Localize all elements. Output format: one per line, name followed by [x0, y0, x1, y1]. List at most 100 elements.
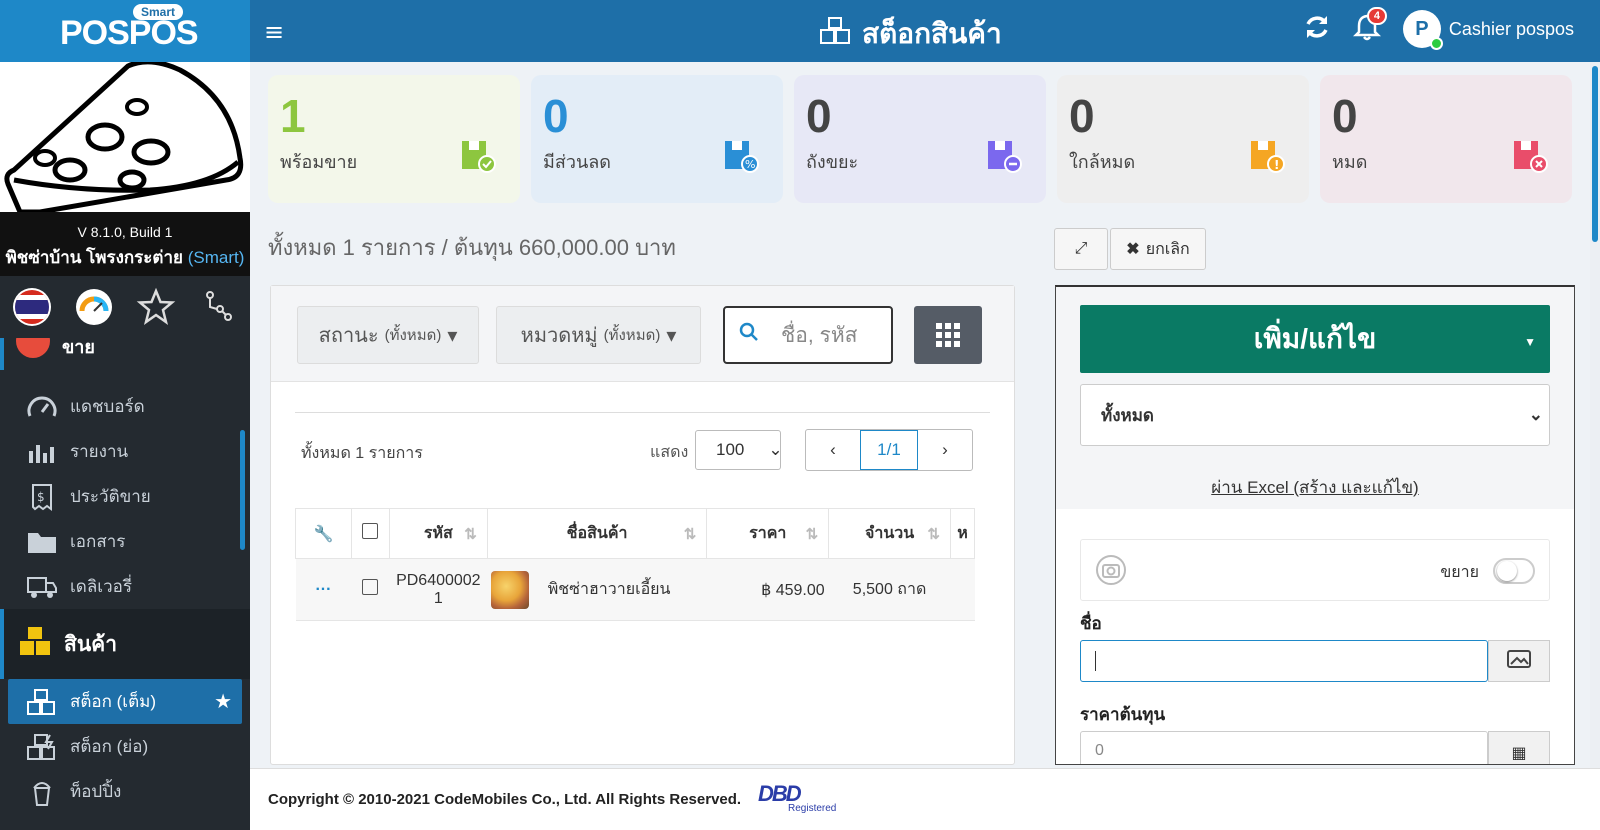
row-checkbox-cell[interactable]	[351, 558, 390, 621]
status-filter-dropdown[interactable]: สถานะ (ทั้งหมด) ▾	[297, 306, 479, 364]
sidebar-section-sales[interactable]: ขาย	[0, 338, 250, 370]
stat-low-stock[interactable]: 0 ใกล้หมด !	[1057, 75, 1309, 203]
dashboard-icon	[26, 393, 58, 421]
top-bar: ≡ สต็อกสินค้า 4 P Cashier pospos	[250, 0, 1600, 62]
cancel-button[interactable]: ✖ ยกเลิก	[1110, 228, 1206, 270]
column-name[interactable]: ชื่อสินค้า ⇅	[486, 508, 708, 559]
topping-icon	[26, 778, 58, 806]
expand-toggle-label: ขยาย	[1440, 564, 1479, 581]
notification-bell-icon[interactable]: 4	[1352, 7, 1388, 45]
page-title: สต็อกสินค้า	[818, 12, 1002, 56]
truck-icon	[26, 573, 58, 601]
expand-arrows-icon: ⤢	[1074, 240, 1088, 257]
name-label: ชื่อ	[1080, 614, 1102, 633]
speedometer-icon[interactable]	[74, 287, 114, 327]
caret-down-icon: ▾	[447, 324, 458, 347]
cost-price-field[interactable]: 0	[1080, 731, 1488, 764]
refresh-icon[interactable]	[1303, 13, 1331, 45]
calculator-icon: ▦	[1511, 742, 1527, 762]
search-input[interactable]: ชื่อ, รหัส	[723, 306, 893, 364]
per-page-select[interactable]: 100 ⌄	[695, 430, 783, 470]
add-edit-button[interactable]: เพิ่ม/แก้ไข ▼	[1080, 305, 1550, 373]
menu-hamburger-icon[interactable]: ≡	[264, 18, 284, 46]
sidebar-item-dashboard[interactable]: แดชบอร์ด	[0, 384, 250, 429]
settings-column[interactable]: 🔧	[295, 508, 352, 559]
column-more[interactable]: ห	[949, 508, 976, 559]
select-all-checkbox[interactable]	[362, 523, 379, 539]
grid-view-button[interactable]	[914, 306, 982, 364]
image-icon	[1507, 649, 1531, 673]
expand-toggle[interactable]	[1493, 558, 1535, 584]
list-total: ทั้งหมด 1 รายการ	[301, 445, 423, 462]
sidebar-item-stock-short[interactable]: สต็อก (ย่อ)	[0, 724, 250, 769]
stat-discount[interactable]: 0 มีส่วนลด %	[531, 75, 783, 203]
logo-bar[interactable]: POSPOS Smart	[0, 0, 250, 62]
select-all-column[interactable]	[350, 508, 390, 559]
list-controls: ทั้งหมด 1 รายการ แสดง 100 ⌄ ‹ 1/1 ›	[295, 412, 990, 482]
stat-out-of-stock[interactable]: 0 หมด	[1320, 75, 1572, 203]
wrench-icon: 🔧	[313, 525, 334, 543]
column-code[interactable]: รหัส ⇅	[388, 508, 488, 559]
category-select[interactable]: ทั้งหมด ⌄	[1080, 384, 1550, 446]
excel-import-link[interactable]: ผ่าน Excel (สร้าง และแก้ไข)	[1056, 474, 1574, 501]
grid-icon	[936, 323, 960, 347]
favorite-star-icon[interactable]: ★	[214, 689, 232, 714]
sidebar-item-label: สต็อก (ย่อ)	[70, 737, 149, 756]
sidebar-item-documents[interactable]: เอกสาร	[0, 519, 250, 564]
footer: Copyright © 2010-2021 CodeMobiles Co., L…	[250, 768, 1600, 830]
sidebar-group-label: สินค้า	[64, 632, 118, 656]
image-row: ขยาย	[1080, 539, 1550, 601]
sidebar-item-delivery[interactable]: เดลิเวอรี่	[0, 564, 250, 609]
report-icon	[26, 438, 58, 466]
stat-value: 0	[1069, 90, 1095, 142]
image-picker-button[interactable]	[1488, 640, 1550, 682]
app-root: POSPOS Smart V 8.1.0, Build 1 พิชซ่าบ้าน…	[0, 0, 1600, 830]
product-code: PD6400002 1	[389, 558, 488, 621]
stock-full-icon	[26, 688, 58, 716]
camera-icon[interactable]	[1095, 554, 1127, 590]
prev-page-button[interactable]: ‹	[806, 430, 860, 470]
row-actions-button[interactable]: ···	[295, 558, 352, 621]
user-menu[interactable]: P Cashier pospos	[1402, 10, 1574, 50]
svg-text:$: $	[37, 490, 45, 504]
stat-trash[interactable]: 0 ถังขยะ	[794, 75, 1046, 203]
current-page[interactable]: 1/1	[860, 430, 918, 470]
sidebar-item-stock-full[interactable]: สต็อก (เต็ม) ★	[8, 679, 242, 724]
sort-icon: ⇅	[927, 526, 940, 543]
svg-text:!: !	[1274, 158, 1279, 172]
sidebar-item-topping[interactable]: ท็อปปิ้ง	[0, 769, 250, 814]
page-scrollbar[interactable]	[1590, 62, 1600, 768]
stock-summary: ทั้งหมด 1 รายการ / ต้นทุน 660,000.00 บาท	[268, 235, 676, 260]
expand-button[interactable]: ⤢	[1054, 228, 1108, 270]
sidebar-item-label: รายงาน	[70, 442, 129, 461]
calculator-button[interactable]: ▦	[1488, 731, 1550, 764]
table-row[interactable]: ··· PD6400002 1 พิชซ่าฮาวายเอี้ยน ฿ 459.0…	[295, 558, 975, 621]
product-thumbnail	[491, 570, 530, 609]
svg-text:%: %	[745, 158, 755, 171]
sidebar-subnav: สต็อก (เต็ม) ★ สต็อก (ย่อ) ท็อปปิ้ง	[0, 679, 250, 814]
sidebar-item-label: ประวัติขาย	[70, 487, 151, 506]
product-price: ฿ 459.00	[706, 558, 829, 621]
category-filter-dropdown[interactable]: หมวดหมู่ (ทั้งหมด) ▾	[496, 306, 701, 364]
sidebar-group-products[interactable]: สินค้า	[0, 609, 250, 679]
sidebar-nav: แดชบอร์ด รายงาน $ ประวัติขาย เอกสาร เดลิ…	[0, 384, 250, 609]
star-icon[interactable]	[136, 287, 176, 327]
box-percent-icon: %	[725, 141, 759, 173]
thai-flag-icon[interactable]	[12, 287, 52, 327]
next-page-button[interactable]: ›	[918, 430, 972, 470]
sidebar-item-report[interactable]: รายงาน	[0, 429, 250, 474]
sidebar-scrollbar[interactable]	[240, 430, 245, 550]
chevron-down-icon: ⌄	[768, 440, 783, 459]
row-checkbox[interactable]	[362, 579, 379, 595]
column-price[interactable]: ราคา ⇅	[706, 508, 830, 559]
filter-bar: สถานะ (ทั้งหมด) ▾ หมวดหมู่ (ทั้งหมด) ▾ ชื่อ,…	[271, 286, 1014, 382]
sitemap-icon[interactable]	[198, 287, 238, 327]
sort-icon: ⇅	[464, 526, 477, 543]
notification-count-badge: 4	[1366, 7, 1388, 25]
sidebar-item-sales-history[interactable]: $ ประวัติขาย	[0, 474, 250, 519]
sort-icon: ⇅	[683, 526, 697, 543]
column-qty[interactable]: จำนวน ⇅	[828, 508, 951, 559]
stat-ready-to-sell[interactable]: 1 พร้อมขาย	[268, 75, 520, 203]
name-field[interactable]	[1080, 640, 1488, 682]
online-status-dot	[1429, 37, 1443, 50]
